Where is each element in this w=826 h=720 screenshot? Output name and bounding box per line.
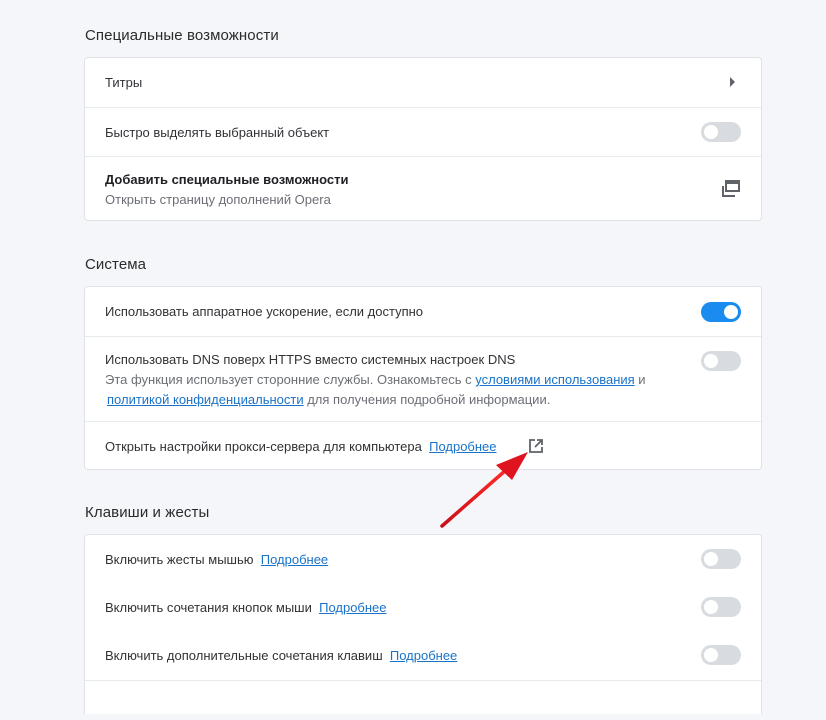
quick-select-label: Быстро выделять выбранный объект: [105, 125, 330, 140]
chevron-right-icon: [730, 77, 735, 87]
next-row-partial: [85, 680, 761, 720]
add-accessibility-label: Добавить специальные возможности: [105, 172, 349, 187]
quick-select-toggle[interactable]: [701, 122, 741, 142]
mouse-gestures-toggle[interactable]: [701, 549, 741, 569]
proxy-label-text: Открыть настройки прокси-сервера для ком…: [105, 439, 422, 454]
extra-shortcuts-toggle[interactable]: [701, 645, 741, 665]
open-in-new-window-icon[interactable]: [721, 180, 741, 198]
rocker-gestures-label: Включить сочетания кнопок мыши Подробнее: [105, 600, 387, 615]
mouse-gestures-row: Включить жесты мышью Подробнее: [85, 535, 761, 583]
terms-of-use-link[interactable]: условиями использования: [475, 372, 634, 387]
section-title-shortcuts: Клавиши и жесты: [85, 504, 210, 521]
dns-description-line2: политикой конфиденциальности для получен…: [107, 392, 550, 407]
rocker-gestures-row: Включить сочетания кнопок мыши Подробнее: [85, 583, 761, 631]
captions-row[interactable]: Титры: [85, 58, 761, 107]
rocker-gestures-text: Включить сочетания кнопок мыши: [105, 600, 312, 615]
extra-shortcuts-row: Включить дополнительные сочетания клавиш…: [85, 631, 761, 679]
dns-toggle[interactable]: [701, 351, 741, 371]
external-link-icon[interactable]: [528, 438, 544, 454]
proxy-label: Открыть настройки прокси-сервера для ком…: [105, 439, 497, 454]
section-title-accessibility: Специальные возможности: [85, 27, 279, 44]
proxy-row[interactable]: Открыть настройки прокси-сервера для ком…: [85, 421, 761, 470]
proxy-learn-more-link[interactable]: Подробнее: [429, 439, 496, 454]
extra-shortcuts-text: Включить дополнительные сочетания клавиш: [105, 648, 383, 663]
dns-desc-text-3: для получения подробной информации.: [303, 392, 551, 407]
accessibility-card: Титры Быстро выделять выбранный объект Д…: [84, 57, 762, 221]
captions-label: Титры: [105, 75, 143, 90]
rocker-gestures-learn-more-link[interactable]: Подробнее: [319, 600, 386, 615]
mouse-gestures-learn-more-link[interactable]: Подробнее: [261, 552, 328, 567]
system-card: Использовать аппаратное ускорение, если …: [84, 286, 762, 470]
dns-label: Использовать DNS поверх HTTPS вместо сис…: [105, 352, 516, 367]
dns-description-line1: Эта функция использует сторонние службы.…: [105, 372, 646, 387]
extra-shortcuts-label: Включить дополнительные сочетания клавиш…: [105, 648, 457, 663]
dns-row: Использовать DNS поверх HTTPS вместо сис…: [85, 336, 761, 421]
hw-accel-toggle[interactable]: [701, 302, 741, 322]
dns-desc-text-1: Эта функция использует сторонние службы.…: [105, 372, 476, 387]
section-title-system: Система: [85, 256, 147, 273]
shortcuts-card: Включить жесты мышью Подробнее Включить …: [84, 534, 762, 714]
extra-shortcuts-learn-more-link[interactable]: Подробнее: [390, 648, 457, 663]
dns-desc-text-2: и: [634, 372, 646, 387]
hw-accel-label: Использовать аппаратное ускорение, если …: [105, 304, 424, 319]
add-accessibility-sub: Открыть страницу дополнений Opera: [105, 192, 331, 207]
add-accessibility-row[interactable]: Добавить специальные возможности Открыть…: [85, 156, 761, 221]
mouse-gestures-label: Включить жесты мышью Подробнее: [105, 552, 328, 567]
privacy-policy-link[interactable]: политикой конфиденциальности: [107, 392, 304, 407]
hw-accel-row: Использовать аппаратное ускорение, если …: [85, 287, 761, 336]
quick-select-row: Быстро выделять выбранный объект: [85, 107, 761, 156]
rocker-gestures-toggle[interactable]: [701, 597, 741, 617]
mouse-gestures-text: Включить жесты мышью: [105, 552, 254, 567]
